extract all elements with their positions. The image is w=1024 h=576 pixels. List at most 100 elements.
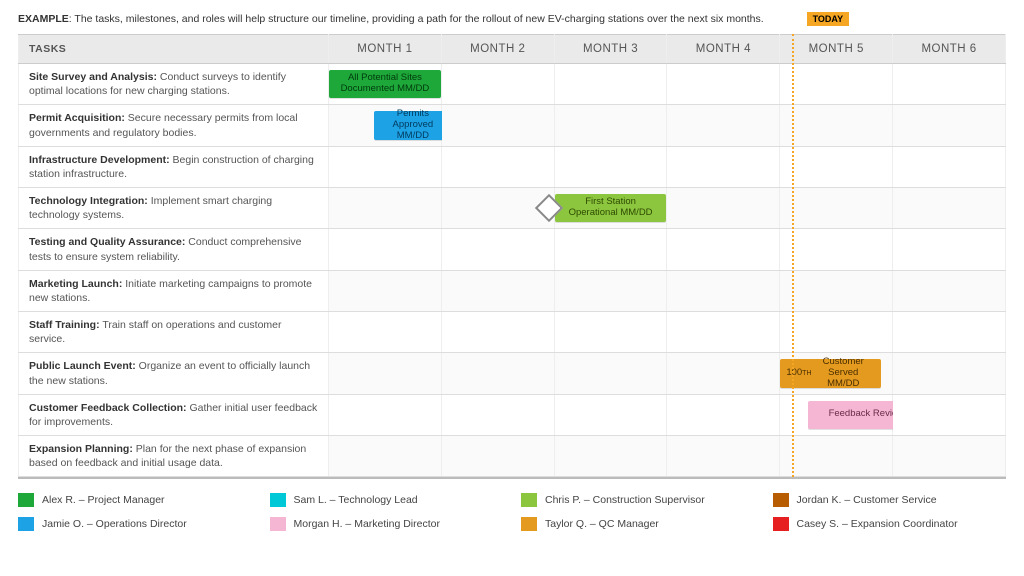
month-cell xyxy=(667,229,780,270)
task-cell: Marketing Launch: Initiate marketing cam… xyxy=(19,270,329,311)
legend-item: Jamie O. – Operations Director xyxy=(18,517,252,531)
legend-label: Morgan H. – Marketing Director xyxy=(294,518,440,530)
col-header-month-1: MONTH 1 xyxy=(329,35,442,64)
gantt-chart: TASKS MONTH 1 MONTH 2 MONTH 3 MONTH 4 MO… xyxy=(18,34,1006,479)
month-cell xyxy=(554,353,667,394)
gantt-bar-customer_100: 100TH Customer Served MM/DD xyxy=(780,359,881,387)
month-cell: Feedback Review MM/DD xyxy=(780,394,893,435)
month-cell xyxy=(441,64,554,105)
legend-swatch xyxy=(18,517,34,531)
month-cell xyxy=(667,105,780,146)
month-cell xyxy=(893,270,1006,311)
month-cell xyxy=(441,353,554,394)
table-row: Customer Feedback Collection: Gather ini… xyxy=(19,394,1006,435)
table-row: Staff Training: Train staff on operation… xyxy=(19,312,1006,353)
task-cell: Testing and Quality Assurance: Conduct c… xyxy=(19,229,329,270)
month-cell xyxy=(780,146,893,187)
month-cell xyxy=(780,270,893,311)
table-row: Public Launch Event: Organize an event t… xyxy=(19,353,1006,394)
legend-label: Taylor Q. – QC Manager xyxy=(545,518,659,530)
legend-swatch xyxy=(521,493,537,507)
month-cell xyxy=(780,229,893,270)
month-cell: First Station Operational MM/DD xyxy=(554,188,667,229)
table-row: Expansion Planning: Plan for the next ph… xyxy=(19,436,1006,477)
month-cell xyxy=(780,188,893,229)
month-cell xyxy=(329,229,442,270)
month-cell xyxy=(329,270,442,311)
month-cell xyxy=(667,64,780,105)
legend-item: Alex R. – Project Manager xyxy=(18,493,252,507)
table-row: Testing and Quality Assurance: Conduct c… xyxy=(19,229,1006,270)
month-cell xyxy=(667,188,780,229)
month-cell xyxy=(554,312,667,353)
month-cell xyxy=(441,229,554,270)
table-row: Marketing Launch: Initiate marketing cam… xyxy=(19,270,1006,311)
legend: Alex R. – Project Manager Sam L. – Techno… xyxy=(18,493,1006,531)
legend-label: Casey S. – Expansion Coordinator xyxy=(797,518,958,530)
month-cell xyxy=(329,312,442,353)
legend-item: Jordan K. – Customer Service xyxy=(773,493,1007,507)
gantt-bar-sites: All Potential Sites Documented MM/DD xyxy=(329,70,441,98)
task-cell: Public Launch Event: Organize an event t… xyxy=(19,353,329,394)
gantt-bar-permits: Permits Approved MM/DD xyxy=(374,111,452,139)
month-cell xyxy=(780,64,893,105)
col-header-month-4: MONTH 4 xyxy=(667,35,780,64)
month-cell xyxy=(667,353,780,394)
col-header-month-6: MONTH 6 xyxy=(893,35,1006,64)
month-cell xyxy=(329,353,442,394)
month-cell xyxy=(893,229,1006,270)
month-cell xyxy=(893,436,1006,477)
legend-label: Alex R. – Project Manager xyxy=(42,494,165,506)
task-cell: Technology Integration: Implement smart … xyxy=(19,188,329,229)
month-cell xyxy=(893,394,1006,435)
month-cell xyxy=(554,146,667,187)
month-cell xyxy=(329,188,442,229)
month-cell xyxy=(667,146,780,187)
legend-label: Jamie O. – Operations Director xyxy=(42,518,187,530)
legend-label: Chris P. – Construction Supervisor xyxy=(545,494,705,506)
month-cell xyxy=(893,146,1006,187)
task-cell: Expansion Planning: Plan for the next ph… xyxy=(19,436,329,477)
month-cell xyxy=(329,394,442,435)
month-cell xyxy=(329,436,442,477)
month-cell xyxy=(893,64,1006,105)
month-cell xyxy=(667,312,780,353)
table-row: Site Survey and Analysis: Conduct survey… xyxy=(19,64,1006,105)
legend-item: Casey S. – Expansion Coordinator xyxy=(773,517,1007,531)
task-cell: Customer Feedback Collection: Gather ini… xyxy=(19,394,329,435)
month-cell xyxy=(780,436,893,477)
table-row: Permit Acquisition: Secure necessary per… xyxy=(19,105,1006,146)
col-header-month-3: MONTH 3 xyxy=(554,35,667,64)
header-row: TASKS MONTH 1 MONTH 2 MONTH 3 MONTH 4 MO… xyxy=(19,35,1006,64)
legend-swatch xyxy=(773,517,789,531)
month-cell xyxy=(554,270,667,311)
legend-item: Sam L. – Technology Lead xyxy=(270,493,504,507)
table-row: Technology Integration: Implement smart … xyxy=(19,188,1006,229)
col-header-month-2: MONTH 2 xyxy=(441,35,554,64)
legend-swatch xyxy=(18,493,34,507)
month-cell xyxy=(441,436,554,477)
legend-label: Jordan K. – Customer Service xyxy=(797,494,937,506)
legend-swatch xyxy=(773,493,789,507)
table-row: Infrastructure Development: Begin constr… xyxy=(19,146,1006,187)
month-cell xyxy=(554,229,667,270)
month-cell xyxy=(441,312,554,353)
month-cell xyxy=(893,105,1006,146)
month-cell xyxy=(780,105,893,146)
today-badge: TODAY xyxy=(807,12,850,26)
task-cell: Permit Acquisition: Secure necessary per… xyxy=(19,105,329,146)
month-cell xyxy=(554,436,667,477)
col-header-tasks: TASKS xyxy=(19,35,329,64)
month-cell: 100TH Customer Served MM/DD xyxy=(780,353,893,394)
legend-swatch xyxy=(521,517,537,531)
month-cell xyxy=(441,146,554,187)
task-cell: Infrastructure Development: Begin constr… xyxy=(19,146,329,187)
month-cell: Permits Approved MM/DD xyxy=(329,105,442,146)
task-cell: Site Survey and Analysis: Conduct survey… xyxy=(19,64,329,105)
month-cell xyxy=(554,394,667,435)
month-cell xyxy=(667,270,780,311)
month-cell xyxy=(667,436,780,477)
col-header-month-5: MONTH 5 xyxy=(780,35,893,64)
legend-swatch xyxy=(270,493,286,507)
month-cell xyxy=(441,270,554,311)
